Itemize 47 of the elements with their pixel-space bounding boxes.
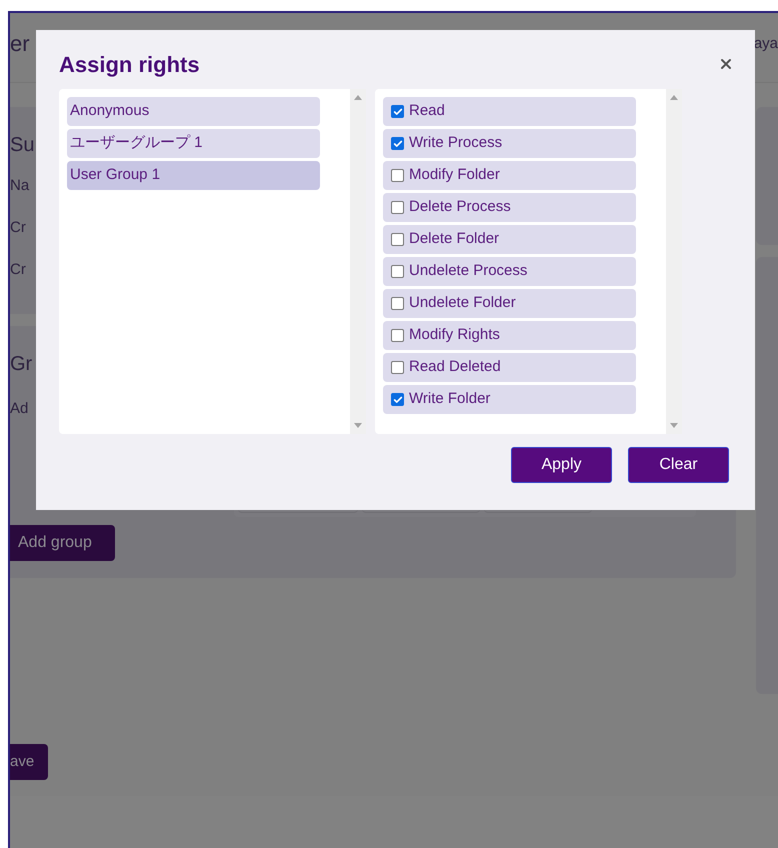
right-label: Undelete Process bbox=[409, 261, 528, 282]
group-item[interactable]: ユーザーグループ 1 bbox=[67, 129, 320, 158]
field-label: Cr bbox=[10, 260, 26, 280]
checkbox[interactable] bbox=[391, 233, 404, 246]
group-row-text: Ad bbox=[10, 399, 28, 419]
checkbox[interactable] bbox=[391, 137, 404, 150]
checkbox[interactable] bbox=[391, 361, 404, 374]
user-name: aya bbox=[754, 34, 778, 54]
apply-button[interactable]: Apply bbox=[511, 447, 612, 483]
group-item[interactable]: Anonymous bbox=[67, 97, 320, 126]
right-item[interactable]: Modify Rights bbox=[383, 321, 636, 350]
clear-button[interactable]: Clear bbox=[628, 447, 729, 483]
right-label: Read bbox=[409, 101, 445, 122]
checkbox[interactable] bbox=[391, 265, 404, 278]
right-item[interactable]: Delete Folder bbox=[383, 225, 636, 254]
right-label: Delete Folder bbox=[409, 229, 500, 250]
right-label: Write Process bbox=[409, 133, 502, 154]
save-button[interactable]: ave bbox=[10, 744, 48, 780]
checkbox[interactable] bbox=[391, 169, 404, 182]
right-item[interactable]: Read bbox=[383, 97, 636, 126]
right-label: Read Deleted bbox=[409, 357, 501, 378]
right-label: Write Folder bbox=[409, 389, 490, 410]
right-label: Modify Folder bbox=[409, 165, 500, 186]
right-label: Delete Process bbox=[409, 197, 511, 218]
right-item[interactable]: Write Process bbox=[383, 129, 636, 158]
right-item[interactable]: Delete Process bbox=[383, 193, 636, 222]
checkbox[interactable] bbox=[391, 105, 404, 118]
page-title: er bbox=[10, 33, 30, 55]
card-title: Gr bbox=[10, 354, 32, 374]
right-label: Modify Rights bbox=[409, 325, 500, 346]
add-group-button[interactable]: Add group bbox=[10, 524, 115, 560]
right-item[interactable]: Read Deleted bbox=[383, 353, 636, 382]
checkbox[interactable] bbox=[391, 393, 404, 406]
checkbox[interactable] bbox=[391, 329, 404, 342]
close-button[interactable] bbox=[718, 56, 734, 72]
right-item[interactable]: Modify Folder bbox=[383, 161, 636, 190]
dialog-title: Assign rights bbox=[59, 50, 200, 79]
field-label: Cr bbox=[10, 218, 26, 238]
field-label: Na bbox=[10, 176, 30, 196]
card-title: Su bbox=[10, 135, 34, 155]
checkbox[interactable] bbox=[391, 297, 404, 310]
checkbox[interactable] bbox=[391, 201, 404, 214]
group-item[interactable]: User Group 1 bbox=[67, 161, 320, 190]
right-label: Undelete Folder bbox=[409, 293, 516, 314]
right-item[interactable]: Undelete Folder bbox=[383, 289, 636, 318]
right-item[interactable]: Undelete Process bbox=[383, 257, 636, 286]
right-item[interactable]: Write Folder bbox=[383, 385, 636, 414]
